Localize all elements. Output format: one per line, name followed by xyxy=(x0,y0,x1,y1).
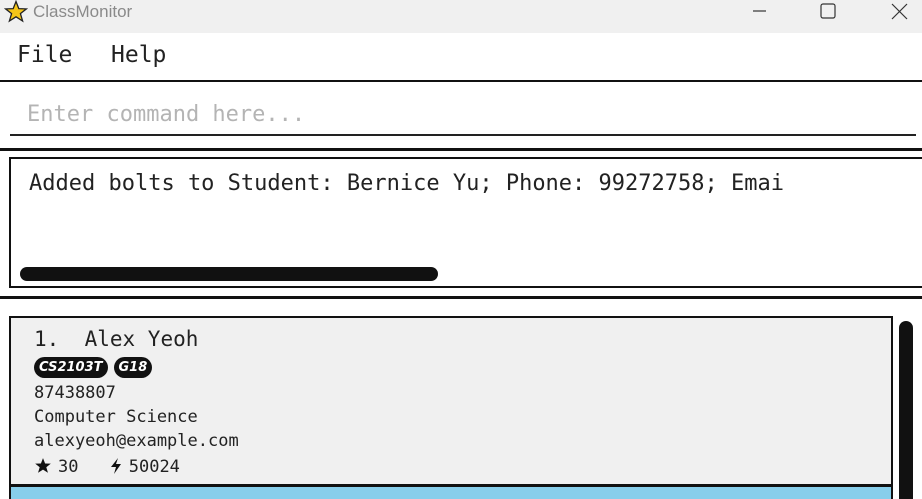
student-name: Alex Yeoh xyxy=(84,327,199,351)
student-stats: 30 50024 xyxy=(34,457,186,477)
close-icon[interactable] xyxy=(876,0,922,24)
student-major: Computer Science xyxy=(34,407,198,427)
student-email: alexyeoh@example.com xyxy=(34,431,239,451)
selected-student-card[interactable] xyxy=(9,485,893,499)
student-index: 1. xyxy=(34,327,60,351)
maximize-icon[interactable] xyxy=(805,0,851,24)
result-display[interactable]: Added bolts to Student: Bernice Yu; Phon… xyxy=(9,157,922,288)
tag-badge: G18 xyxy=(113,357,153,378)
tag-list: CS2103T G18 xyxy=(34,356,158,378)
result-display-panel: Added bolts to Student: Bernice Yu; Phon… xyxy=(0,151,922,299)
bolt-icon xyxy=(110,458,121,474)
title-bar: ClassMonitor xyxy=(0,0,922,33)
student-card[interactable]: 1. Alex Yeoh CS2103T G18 87438807 Compute… xyxy=(9,316,893,486)
app-star-icon xyxy=(4,0,28,23)
horizontal-scrollbar[interactable] xyxy=(20,267,438,281)
command-input[interactable] xyxy=(10,94,916,136)
student-stars: 30 xyxy=(58,457,79,477)
minimize-icon[interactable] xyxy=(736,0,782,24)
menu-help[interactable]: Help xyxy=(111,42,166,68)
student-phone: 87438807 xyxy=(34,383,116,403)
student-list: 1. Alex Yeoh CS2103T G18 87438807 Compute… xyxy=(0,299,922,499)
tag-badge: CS2103T xyxy=(34,357,108,378)
student-bolts: 50024 xyxy=(128,457,180,477)
vertical-scrollbar[interactable] xyxy=(899,321,913,499)
window-title: ClassMonitor xyxy=(33,2,133,21)
student-name-line: 1. Alex Yeoh xyxy=(34,327,198,351)
menu-file[interactable]: File xyxy=(17,42,72,68)
star-icon xyxy=(35,458,51,473)
command-box xyxy=(0,82,922,151)
result-text: Added bolts to Student: Bernice Yu; Phon… xyxy=(29,171,784,196)
menu-bar: File Help xyxy=(0,33,922,82)
